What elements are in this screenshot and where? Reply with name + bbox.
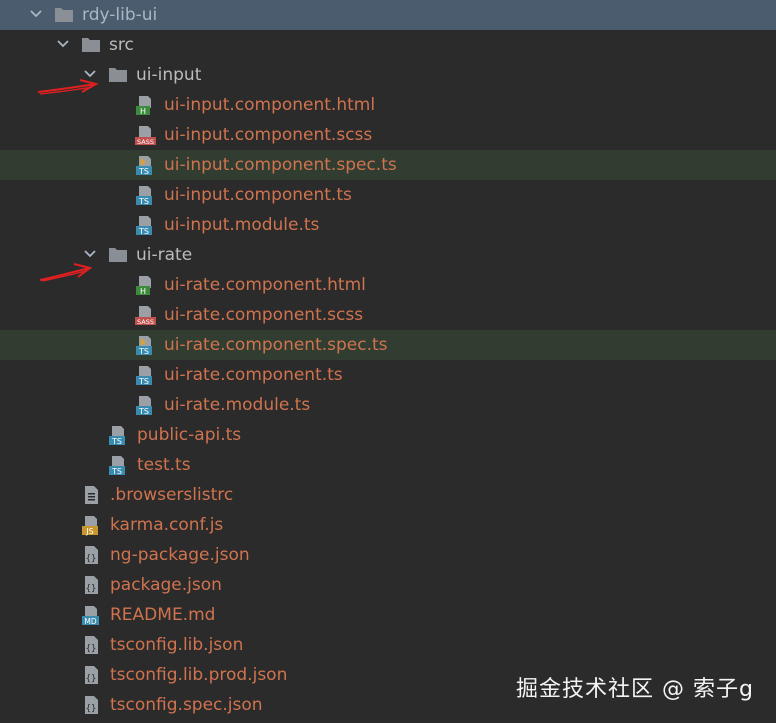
json-file-icon: {} [85, 666, 98, 684]
folder-icon [55, 8, 73, 22]
text-file-icon [85, 486, 98, 504]
tree-row-file[interactable]: MD README.md [0, 600, 776, 630]
svg-text:H: H [140, 107, 146, 116]
tree-row-file[interactable]: TS public-api.ts [0, 420, 776, 450]
svg-text:{}: {} [86, 584, 97, 594]
file-label: package.json [110, 575, 222, 595]
file-label: ui-rate.component.scss [164, 305, 364, 325]
svg-text:TS: TS [111, 437, 122, 446]
md-file-icon: MD [82, 606, 99, 626]
html-file-icon: H [136, 276, 151, 296]
file-label: ui-input.module.ts [164, 215, 320, 235]
json-file-icon: {} [85, 576, 98, 594]
file-label: ui-rate.component.spec.ts [164, 335, 388, 355]
tree-row-file[interactable]: {} ng-package.json [0, 540, 776, 570]
ts-file-icon: TS [136, 366, 152, 386]
svg-text:TS: TS [138, 227, 149, 236]
tree-row-file[interactable]: {} tsconfig.lib.json [0, 630, 776, 660]
file-label: ui-input.component.ts [164, 185, 352, 205]
file-label: ui-rate.component.html [164, 275, 366, 295]
file-label: test.ts [137, 455, 191, 475]
tree-row-file[interactable]: TS ui-rate.module.ts [0, 390, 776, 420]
tree-row-file[interactable]: TS test.ts [0, 450, 776, 480]
folder-label-root: rdy-lib-ui [82, 5, 158, 25]
json-file-icon: {} [85, 546, 98, 564]
svg-text:SASS: SASS [137, 318, 154, 326]
svg-text:{}: {} [86, 644, 97, 654]
file-label: ui-rate.module.ts [164, 395, 311, 415]
folder-label-ui-input: ui-input [136, 65, 202, 85]
file-label: public-api.ts [137, 425, 242, 445]
svg-text:TS: TS [138, 377, 149, 386]
tree-row-src[interactable]: src [0, 30, 776, 60]
svg-text:SASS: SASS [137, 138, 154, 146]
svg-text:{}: {} [86, 674, 97, 684]
ts-file-icon: TS [136, 396, 152, 416]
sass-file-icon: SASS [135, 126, 156, 146]
ts-file-icon: TS [109, 426, 125, 446]
tree-row-file[interactable]: TS ui-rate.component.spec.ts [0, 330, 776, 360]
tree-row-file[interactable]: SASS ui-rate.component.scss [0, 300, 776, 330]
file-label: tsconfig.lib.prod.json [110, 665, 288, 685]
svg-text:H: H [140, 287, 146, 296]
tree-row-file[interactable]: TS ui-input.module.ts [0, 210, 776, 240]
svg-text:{}: {} [86, 704, 97, 714]
red-arrow-icon [39, 263, 93, 282]
file-label: .browserslistrc [110, 485, 234, 505]
svg-text:TS: TS [138, 407, 149, 416]
file-label: ui-input.component.scss [164, 125, 373, 145]
svg-text:TS: TS [138, 167, 149, 176]
file-label: ui-input.component.html [164, 95, 376, 115]
svg-text:MD: MD [84, 617, 96, 626]
file-label: ng-package.json [110, 545, 250, 565]
folder-label-src: src [109, 35, 134, 55]
tree-row-root[interactable]: rdy-lib-ui [0, 0, 776, 30]
folder-label-ui-rate: ui-rate [136, 245, 193, 265]
tree-row-file[interactable]: TS ui-input.component.spec.ts [0, 150, 776, 180]
tree-row-file[interactable]: H ui-input.component.html [0, 90, 776, 120]
svg-text:TS: TS [138, 197, 149, 206]
folder-icon [109, 68, 127, 82]
folder-icon [109, 248, 127, 262]
ts-file-icon: TS [136, 216, 152, 236]
file-label: ui-input.component.spec.ts [164, 155, 397, 175]
file-label: README.md [110, 605, 216, 625]
folder-icon [82, 38, 100, 52]
watermark: 掘金技术社区 @ 索子g [516, 677, 754, 702]
tree-row-file[interactable]: {} package.json [0, 570, 776, 600]
tree-row-file[interactable]: .browserslistrc [0, 480, 776, 510]
tree-row-ui-rate[interactable]: ui-rate [0, 240, 776, 270]
ts-file-icon: TS [109, 456, 125, 476]
tree-row-file[interactable]: H ui-rate.component.html [0, 270, 776, 300]
tree-row-ui-input[interactable]: ui-input [0, 60, 776, 90]
tree-row-file[interactable]: TS ui-rate.component.ts [0, 360, 776, 390]
json-file-icon: {} [85, 636, 98, 654]
js-file-icon: JS [82, 516, 98, 536]
ts-spec-file-icon: TS [136, 336, 152, 356]
file-label: ui-rate.component.ts [164, 365, 343, 385]
tree-row-file[interactable]: JS karma.conf.js [0, 510, 776, 540]
tree-row-file[interactable]: TS ui-input.component.ts [0, 180, 776, 210]
chevron-down-icon[interactable] [28, 6, 44, 22]
file-label: tsconfig.lib.json [110, 635, 244, 655]
file-label: tsconfig.spec.json [110, 695, 263, 715]
svg-text:TS: TS [111, 467, 122, 476]
file-label: karma.conf.js [110, 515, 224, 535]
sass-file-icon: SASS [135, 306, 156, 326]
svg-text:{}: {} [86, 554, 97, 564]
svg-text:TS: TS [138, 347, 149, 356]
ts-spec-file-icon: TS [136, 156, 152, 176]
ts-file-icon: TS [136, 186, 152, 206]
chevron-down-icon[interactable] [82, 246, 98, 262]
svg-text:JS: JS [85, 527, 93, 536]
tree-row-file[interactable]: SASS ui-input.component.scss [0, 120, 776, 150]
html-file-icon: H [136, 96, 151, 116]
chevron-down-icon[interactable] [55, 36, 71, 52]
json-file-icon: {} [85, 696, 98, 714]
red-arrow-icon [37, 79, 99, 95]
